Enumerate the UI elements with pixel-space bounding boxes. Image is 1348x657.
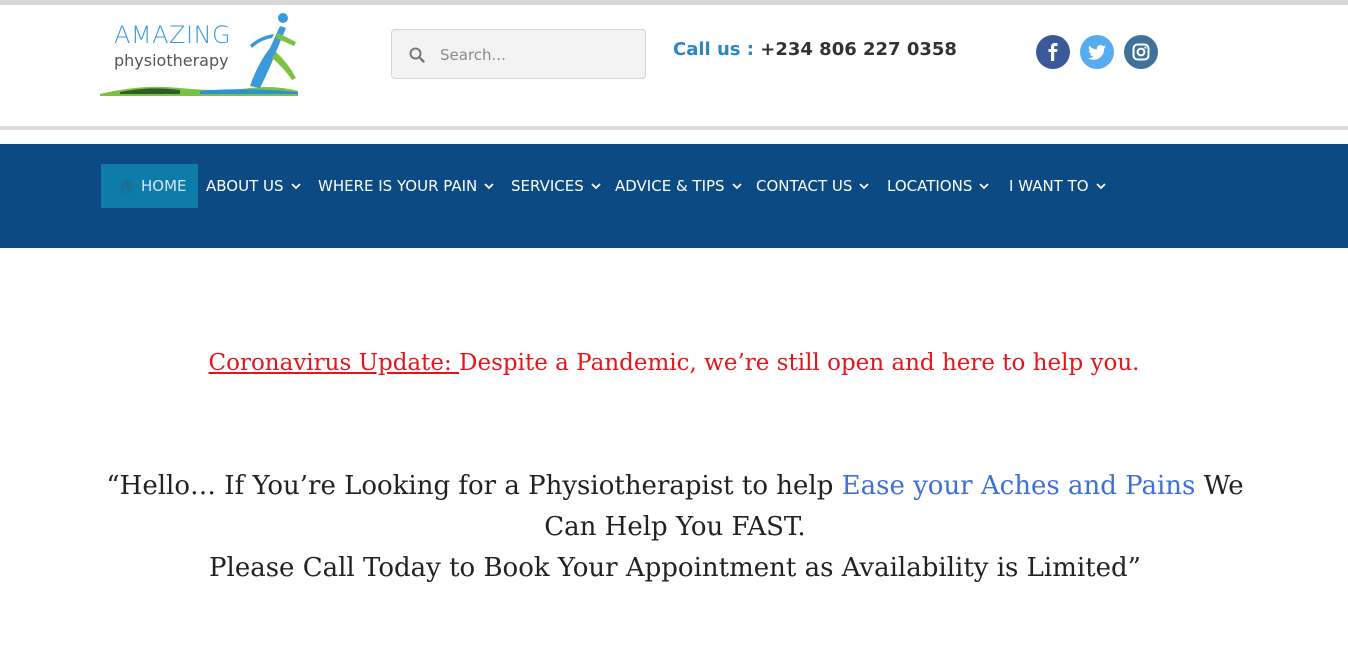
facebook-icon[interactable]: [1036, 35, 1070, 69]
chevron-down-icon: [484, 182, 494, 190]
call-us: Call us : +234 806 227 0358: [673, 39, 957, 60]
nav-item-i-want-to[interactable]: I WANT TO: [1009, 164, 1106, 208]
search-input[interactable]: [440, 42, 635, 68]
nav-item-label: LOCATIONS: [887, 177, 973, 195]
intro-text-1: “Hello… If You’re Looking for a Physioth…: [106, 471, 842, 501]
header-divider: [0, 126, 1348, 130]
logo-subtitle: physiotherapy: [114, 51, 229, 70]
search-icon[interactable]: [408, 46, 426, 64]
main-nav: HOME ABOUT US WHERE IS YOUR PAIN SERVICE…: [0, 144, 1348, 248]
search-box: [391, 29, 646, 79]
nav-item-about-us[interactable]: ABOUT US: [206, 164, 301, 208]
nav-item-label: SERVICES: [511, 177, 584, 195]
chevron-down-icon: [290, 182, 301, 190]
site-header: AMAZING physiotherapy Call us : +234 806…: [0, 5, 1348, 126]
nav-item-contact-us[interactable]: CONTACT US: [756, 164, 870, 208]
coronavirus-notice-text: Despite a Pandemic, we’re still open and…: [459, 350, 1140, 376]
chevron-down-icon: [731, 182, 742, 190]
call-label: Call us :: [673, 39, 754, 60]
nav-item-services[interactable]: SERVICES: [511, 164, 601, 208]
phone-number[interactable]: +234 806 227 0358: [760, 39, 957, 60]
nav-item-advice-tips[interactable]: ADVICE & TIPS: [615, 164, 742, 208]
twitter-icon[interactable]: [1080, 35, 1114, 69]
coronavirus-notice: Coronavirus Update: Despite a Pandemic, …: [0, 350, 1348, 376]
chevron-down-icon: [979, 182, 989, 190]
nav-item-label: ABOUT US: [206, 177, 284, 195]
nav-item-label: I WANT TO: [1009, 177, 1089, 195]
intro-message: “Hello… If You’re Looking for a Physioth…: [80, 466, 1270, 589]
coronavirus-update-link[interactable]: Coronavirus Update:: [209, 350, 460, 376]
intro-highlight: Ease your Aches and Pains: [841, 471, 1196, 501]
nav-item-label: ADVICE & TIPS: [615, 177, 725, 195]
chevron-down-icon: [591, 182, 601, 190]
chevron-down-icon: [1095, 182, 1106, 190]
home-icon: [117, 178, 135, 194]
nav-item-label: CONTACT US: [756, 177, 853, 195]
chevron-down-icon: [859, 182, 870, 190]
nav-item-home[interactable]: HOME: [101, 164, 198, 208]
nav-item-label: HOME: [141, 177, 187, 195]
nav-item-where-is-your-pain[interactable]: WHERE IS YOUR PAIN: [318, 164, 494, 208]
instagram-icon[interactable]: [1124, 35, 1158, 69]
logo-title: AMAZING: [114, 21, 232, 49]
intro-text-3: Please Call Today to Book Your Appointme…: [209, 553, 1141, 583]
nav-item-label: WHERE IS YOUR PAIN: [318, 177, 478, 195]
nav-item-locations[interactable]: LOCATIONS: [887, 164, 989, 208]
site-logo[interactable]: AMAZING physiotherapy: [100, 8, 300, 98]
